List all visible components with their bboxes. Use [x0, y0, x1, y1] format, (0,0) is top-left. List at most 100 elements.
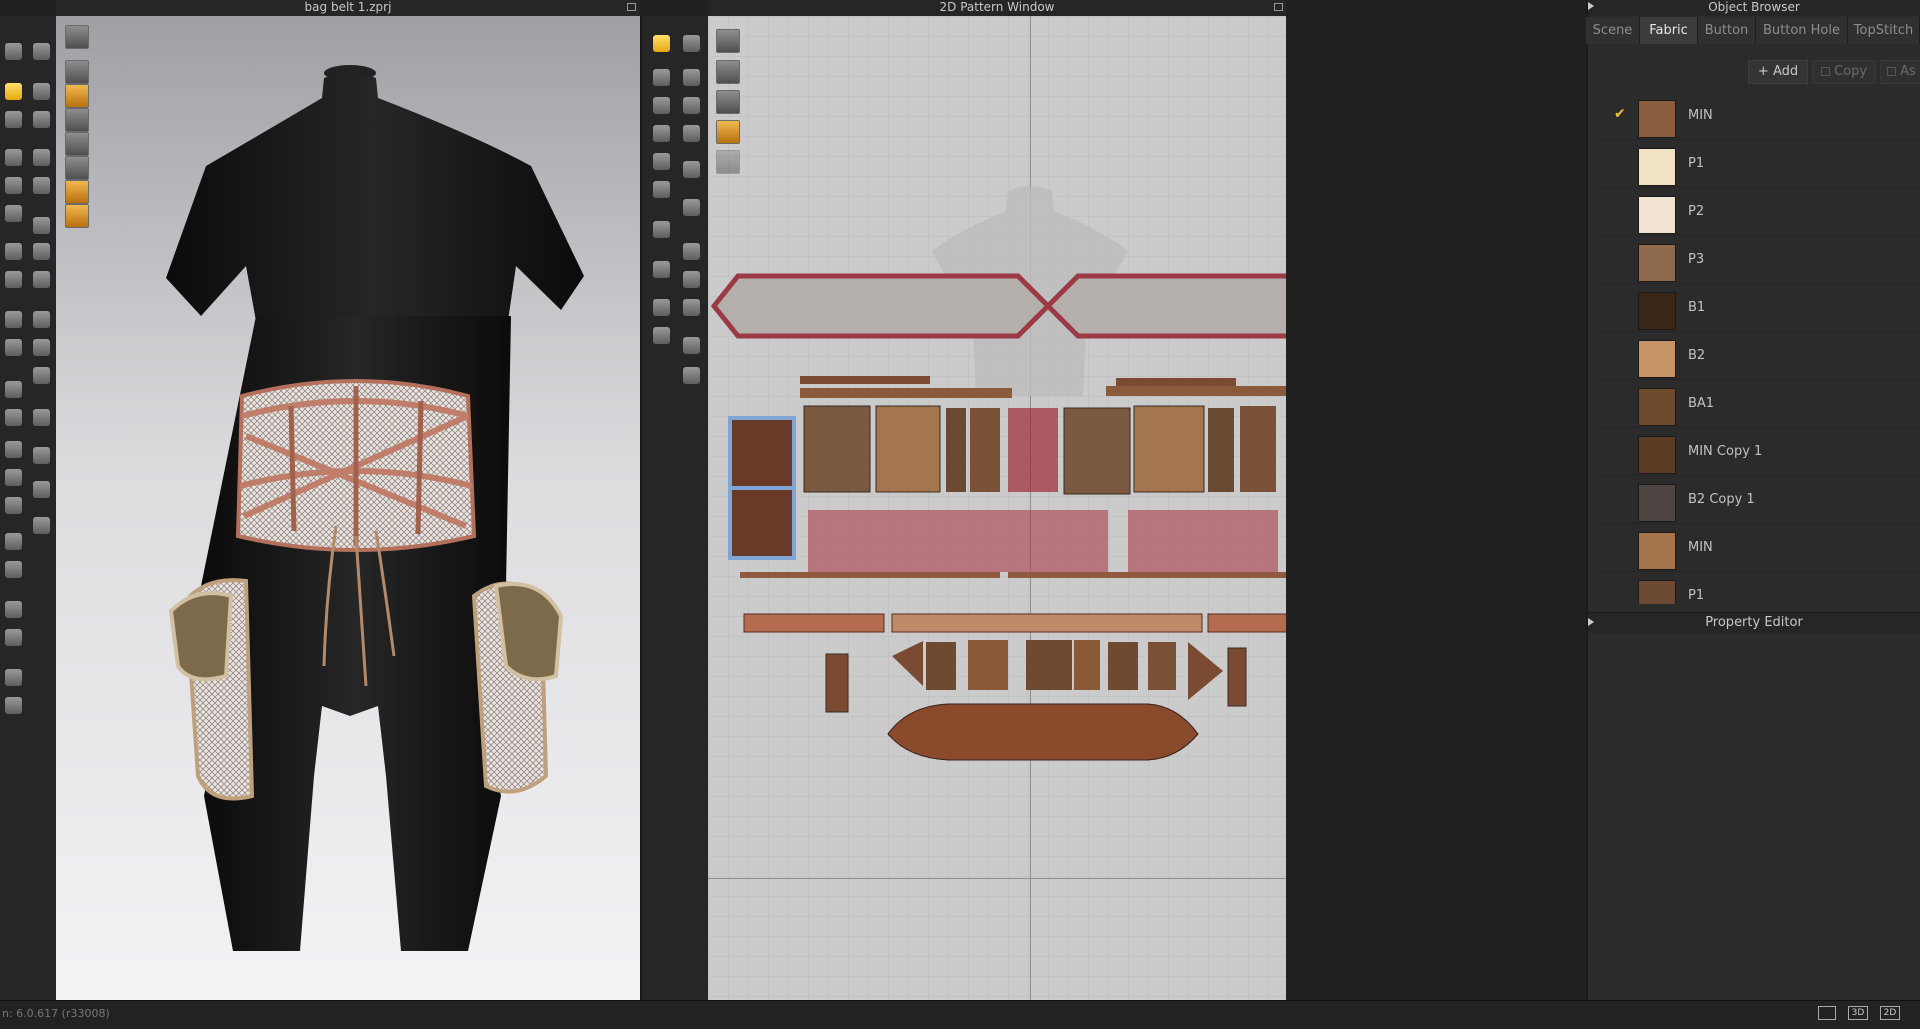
line-icon[interactable] [0, 238, 26, 264]
fold-tool-icon[interactable] [28, 78, 54, 104]
fabric-swatch [1638, 388, 1676, 426]
button-icon[interactable] [28, 306, 54, 332]
flatten-icon[interactable] [28, 442, 54, 468]
select-move-icon[interactable] [0, 78, 26, 104]
shrink-icon[interactable] [28, 144, 54, 170]
plus-icon: + [1757, 64, 1769, 79]
edit-pattern-icon[interactable] [648, 30, 674, 56]
move-tool-icon[interactable] [0, 38, 26, 64]
avatar-icon[interactable] [0, 464, 26, 490]
tab-scene[interactable]: Scene [1586, 17, 1640, 44]
popout-2d-icon[interactable] [1274, 3, 1283, 11]
garment-fit-icon[interactable] [0, 596, 26, 622]
add-button[interactable]: + Add [1748, 60, 1808, 84]
curve-point-icon[interactable] [678, 92, 704, 118]
grid-icon[interactable] [28, 266, 54, 292]
fabric-name: MIN [1688, 108, 1713, 123]
lock-icon[interactable] [28, 362, 54, 388]
tab-fabric[interactable]: Fabric [1640, 17, 1698, 44]
fabric-swatch [1638, 580, 1676, 604]
transform-pattern-icon[interactable] [678, 30, 704, 56]
layer-icon[interactable] [28, 404, 54, 430]
polygon-icon[interactable] [648, 120, 674, 146]
pleats-icon[interactable] [648, 216, 674, 242]
copy-button[interactable]: Copy [1812, 60, 1876, 84]
iron-icon[interactable] [678, 156, 704, 182]
garment-copy-icon[interactable] [0, 624, 26, 650]
edit-curvature-icon[interactable] [678, 64, 704, 90]
add-button-label: Add [1772, 64, 1799, 79]
rectangle-icon[interactable] [678, 120, 704, 146]
fabric-list-item[interactable]: B2 Copy 1 [1600, 476, 1920, 524]
fabric-list-item[interactable]: P2 [1600, 188, 1920, 236]
fabric-swatch [1638, 340, 1676, 378]
zipper-icon[interactable] [0, 334, 26, 360]
ruler-icon[interactable] [0, 556, 26, 582]
fabric-name: P2 [1688, 204, 1705, 219]
dart-icon[interactable] [648, 176, 674, 202]
stitch-icon[interactable] [0, 306, 26, 332]
uv-edit-icon[interactable] [0, 692, 26, 718]
assign-button-label: As [1900, 64, 1916, 79]
tack-2d-icon[interactable] [678, 238, 704, 264]
viewport-3d[interactable] [56, 16, 640, 1014]
split-view-icon[interactable] [1818, 1006, 1836, 1020]
transform-icon[interactable] [0, 144, 26, 170]
popout-3d-icon[interactable] [627, 3, 636, 11]
fabric-list-item[interactable]: MIN Copy 1 [1600, 428, 1920, 476]
add-point-icon[interactable] [648, 92, 674, 118]
tack-icon[interactable] [28, 106, 54, 132]
fabric-list-item[interactable]: B1 [1600, 284, 1920, 332]
fabric-list-item[interactable]: P1 [1600, 140, 1920, 188]
texture-edit-icon[interactable] [678, 294, 704, 320]
fabric-name: MIN [1688, 540, 1713, 555]
2d-toolbar [640, 16, 708, 1014]
grid-edit-icon[interactable] [648, 294, 674, 320]
tab-topstitch[interactable]: TopStitch [1848, 17, 1920, 44]
segment-sewing-icon[interactable] [678, 194, 704, 220]
pin-icon[interactable] [0, 172, 26, 198]
property-collapse-arrow-icon[interactable] [1588, 618, 1594, 626]
fabric-list-item[interactable]: P3 [1600, 236, 1920, 284]
dashed-line-icon[interactable] [678, 362, 704, 388]
simulation-icon[interactable] [28, 38, 54, 64]
avatar-pose-icon[interactable] [0, 492, 26, 518]
measure-icon[interactable] [28, 172, 54, 198]
assign-button[interactable]: As [1880, 60, 1920, 84]
uv-2d-icon[interactable] [648, 322, 674, 348]
fabric-list-item[interactable]: B2 [1600, 332, 1920, 380]
status-bar: n: 6.0.617 (r33008) 3D 2D [0, 1000, 1920, 1029]
topstitch-icon[interactable] [678, 332, 704, 358]
pattern-2d-canvas[interactable] [708, 16, 1286, 1014]
shirt-icon[interactable] [0, 404, 26, 430]
jacket-icon[interactable] [0, 436, 26, 462]
check-sewing-icon[interactable] [678, 266, 704, 292]
copy-icon [1820, 67, 1830, 76]
fabric-swatch [1638, 148, 1676, 186]
view-2d-button[interactable]: 2D [1880, 1006, 1900, 1020]
hanger-icon[interactable] [28, 212, 54, 238]
brush-icon[interactable] [0, 106, 26, 132]
tab-button[interactable]: Button [1698, 17, 1756, 44]
collapse-arrow-icon[interactable] [1588, 2, 1594, 10]
free-sewing-icon[interactable] [648, 256, 674, 282]
tape-icon[interactable] [0, 200, 26, 226]
texture-icon[interactable] [0, 266, 26, 292]
view-3d-button[interactable]: 3D [1848, 1006, 1868, 1020]
edit-point-icon[interactable] [648, 64, 674, 90]
graphic-icon[interactable] [0, 376, 26, 402]
fabric-swatch [1638, 484, 1676, 522]
strap-icon[interactable] [0, 528, 26, 554]
tab-button-hole[interactable]: Button Hole [1756, 17, 1848, 44]
fabric-list-item[interactable]: BA1 [1600, 380, 1920, 428]
object-browser-title: Object Browser [1708, 0, 1800, 14]
fabric-list-item[interactable]: P1 [1600, 572, 1920, 604]
uv-grid-icon[interactable] [0, 664, 26, 690]
fabric-icon[interactable] [28, 238, 54, 264]
fabric-list-item[interactable]: MIN [1600, 524, 1920, 572]
button-hole-icon[interactable] [28, 334, 54, 360]
fabric-list-item[interactable]: ✔ MIN [1600, 92, 1920, 140]
arrange-icon[interactable] [28, 512, 54, 538]
measure-avatar-icon[interactable] [28, 476, 54, 502]
internal-polygon-icon[interactable] [648, 148, 674, 174]
